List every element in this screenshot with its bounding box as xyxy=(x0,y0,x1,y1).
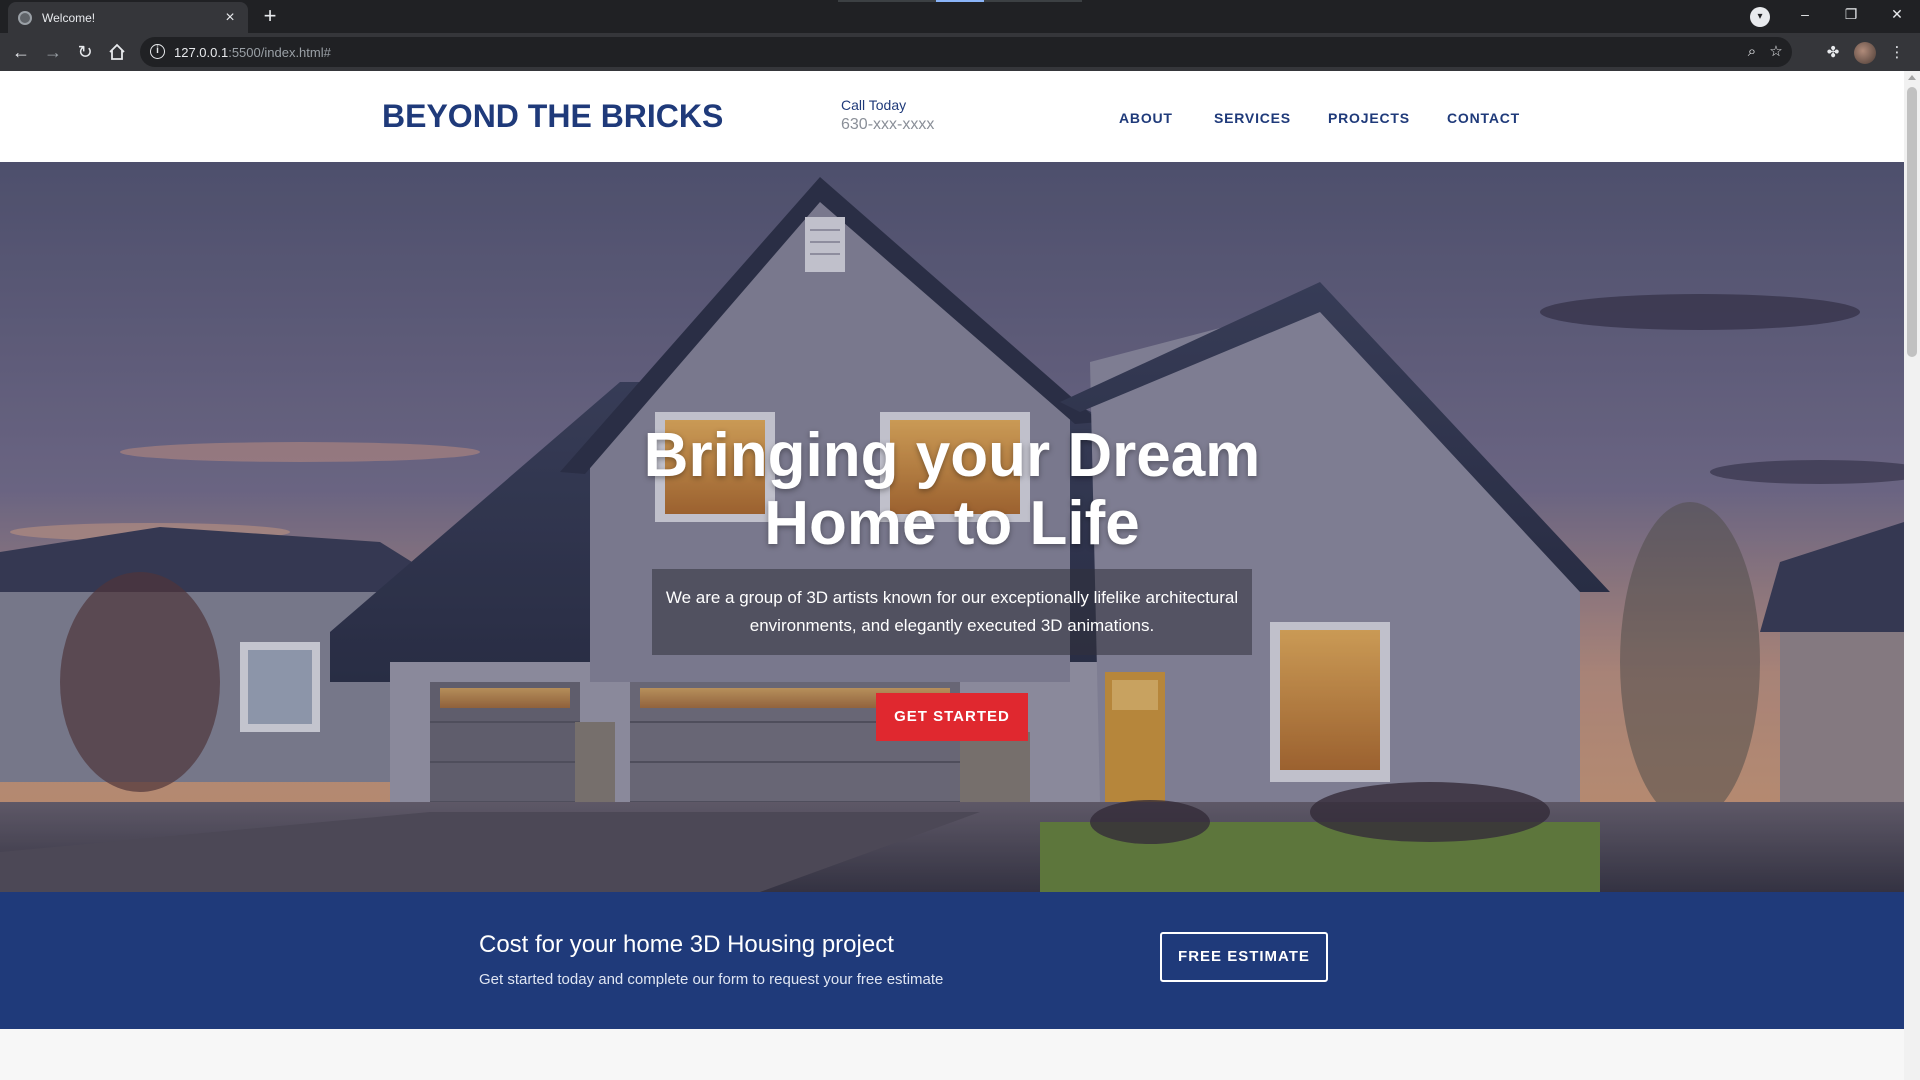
browser-tab-bar: Welcome! × + ▾ – ❐ ✕ xyxy=(0,0,1920,33)
url-text[interactable]: 127.0.0.1:5500/index.html# xyxy=(174,45,331,60)
estimate-banner: Cost for your home 3D Housing project Ge… xyxy=(0,892,1904,1029)
back-arrow-icon[interactable]: ← xyxy=(8,39,34,65)
address-bar[interactable]: i 127.0.0.1:5500/index.html# ⌕ ☆ xyxy=(140,37,1792,67)
nav-projects[interactable]: PROJECTS xyxy=(1328,110,1410,126)
hero-title: Bringing your Dream Home to Life xyxy=(643,421,1261,558)
forward-arrow-icon[interactable]: → xyxy=(40,39,66,65)
free-estimate-button[interactable]: FREE ESTIMATE xyxy=(1160,932,1328,982)
zoom-icon[interactable]: ⌕ xyxy=(1742,42,1762,62)
next-section xyxy=(0,1029,1904,1080)
new-tab-button[interactable]: + xyxy=(256,4,284,30)
site-header: BEYOND THE BRICKS Call Today 630-xxx-xxx… xyxy=(0,71,1904,162)
call-label: Call Today xyxy=(841,97,907,113)
kebab-menu-icon[interactable]: ⋮ xyxy=(1886,42,1908,64)
tab-search-button[interactable]: ▾ xyxy=(1750,7,1770,27)
nav-services[interactable]: SERVICES xyxy=(1214,110,1291,126)
get-started-button[interactable]: GET STARTED xyxy=(876,693,1028,741)
tab-close-button[interactable]: × xyxy=(222,9,238,26)
reload-icon[interactable]: ↻ xyxy=(72,39,98,65)
site-logo[interactable]: BEYOND THE BRICKS xyxy=(382,98,723,135)
hero-description: We are a group of 3D artists known for o… xyxy=(665,588,1239,635)
tab-search-indicator xyxy=(838,0,1082,2)
nav-contact[interactable]: CONTACT xyxy=(1447,110,1520,126)
tab-title: Welcome! xyxy=(42,10,96,25)
globe-icon xyxy=(18,10,32,25)
restore-icon[interactable]: ❐ xyxy=(1828,0,1874,30)
close-window-icon[interactable]: ✕ xyxy=(1874,0,1920,30)
nav-about[interactable]: ABOUT xyxy=(1119,110,1173,126)
call-today-block: Call Today 630-xxx-xxxx xyxy=(841,97,934,134)
estimate-heading: Cost for your home 3D Housing project xyxy=(479,931,894,958)
page-scrollbar[interactable] xyxy=(1904,71,1920,1080)
estimate-subtext: Get started today and complete our form … xyxy=(479,971,944,988)
browser-toolbar: ← → ↻ i 127.0.0.1:5500/index.html# ⌕ ☆ ✤… xyxy=(0,33,1920,71)
browser-tab[interactable]: Welcome! × xyxy=(8,2,248,33)
hero-section: Bringing your Dream Home to Life We are … xyxy=(0,162,1904,892)
site-info-icon[interactable]: i xyxy=(150,44,165,59)
home-icon[interactable] xyxy=(104,39,130,65)
star-icon[interactable]: ☆ xyxy=(1766,42,1786,62)
page-viewport: BEYOND THE BRICKS Call Today 630-xxx-xxx… xyxy=(0,71,1904,1080)
phone-number[interactable]: 630-xxx-xxxx xyxy=(841,116,934,134)
scrollbar-thumb[interactable] xyxy=(1907,87,1917,357)
minimize-icon[interactable]: – xyxy=(1782,0,1828,30)
puzzle-icon[interactable]: ✤ xyxy=(1822,42,1844,64)
profile-avatar[interactable] xyxy=(1854,42,1876,64)
scroll-up-icon[interactable] xyxy=(1908,75,1916,80)
